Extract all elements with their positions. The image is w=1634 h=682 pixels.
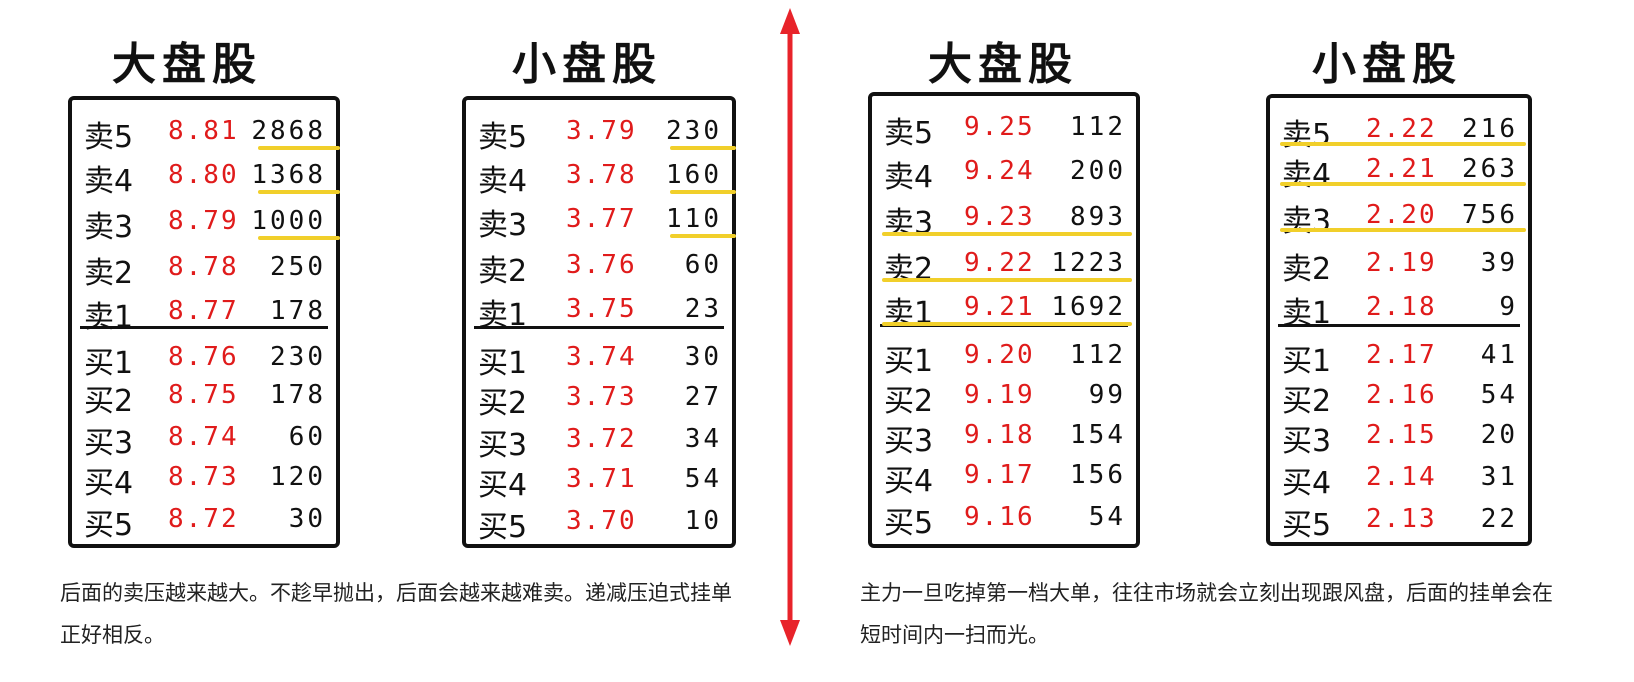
arrow-head-bottom: [780, 620, 800, 646]
divider-double-arrow: [780, 8, 800, 646]
arrow-head-top: [780, 8, 800, 34]
